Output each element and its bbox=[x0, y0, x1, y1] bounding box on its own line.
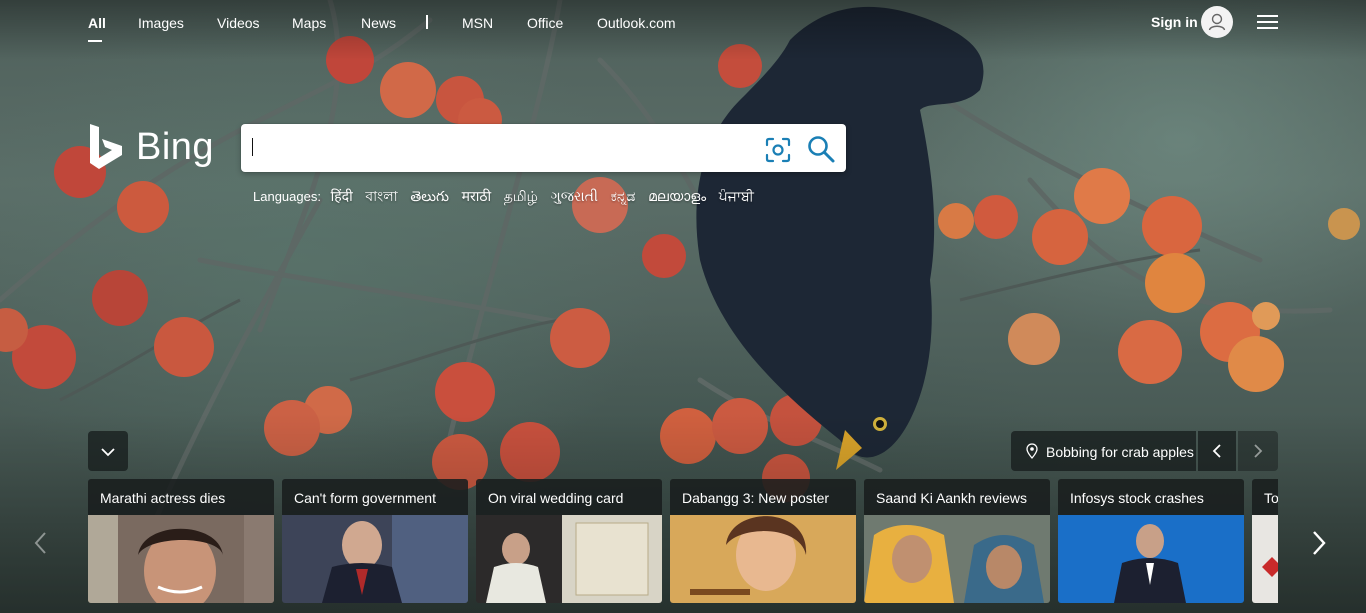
news-card-image bbox=[88, 515, 274, 603]
news-card[interactable]: Can't form government bbox=[282, 479, 468, 603]
language-link-telugu[interactable]: తెలుగు bbox=[410, 188, 449, 204]
chevron-left-icon bbox=[1212, 444, 1221, 458]
previous-image-button[interactable] bbox=[1198, 431, 1236, 471]
language-link-kannada[interactable]: ಕನ್ನಡ bbox=[611, 188, 636, 204]
news-carousel: Marathi actress dies Can't form governme… bbox=[88, 479, 1278, 603]
news-card[interactable]: On viral wedding card bbox=[476, 479, 662, 603]
news-card-title: Saand Ki Aankh reviews bbox=[864, 479, 1050, 515]
nav-office[interactable]: Office bbox=[527, 15, 563, 31]
nav-videos[interactable]: Videos bbox=[217, 15, 260, 31]
collapse-news-button[interactable] bbox=[88, 431, 128, 471]
language-link-hindi[interactable]: हिंदी bbox=[331, 188, 353, 204]
languages-row: Languages: हिंदी বাংলা తెలుగు मराठी தமிழ… bbox=[253, 185, 763, 209]
language-link-punjabi[interactable]: ਪੰਜਾਬੀ bbox=[719, 188, 754, 204]
location-pin-icon bbox=[1026, 443, 1038, 459]
nav-separator bbox=[426, 15, 428, 29]
image-info-button[interactable]: Bobbing for crab apples bbox=[1011, 431, 1196, 471]
news-card-title: Marathi actress dies bbox=[88, 479, 274, 515]
news-card[interactable]: To bbox=[1252, 479, 1278, 603]
nav-maps[interactable]: Maps bbox=[292, 15, 326, 31]
news-card-image bbox=[282, 515, 468, 603]
news-card-title: Infosys stock crashes bbox=[1058, 479, 1244, 515]
news-card-title: Can't form government bbox=[282, 479, 468, 515]
news-card[interactable]: Marathi actress dies bbox=[88, 479, 274, 603]
chevron-left-icon bbox=[34, 532, 46, 554]
news-previous-button[interactable] bbox=[28, 528, 54, 558]
active-tab-indicator bbox=[88, 40, 102, 42]
language-link-tamil[interactable]: தமிழ் bbox=[504, 188, 538, 204]
chevron-right-icon bbox=[1313, 531, 1326, 555]
chevron-right-icon bbox=[1254, 444, 1263, 458]
news-card-image bbox=[1252, 515, 1278, 603]
news-card-image bbox=[864, 515, 1050, 603]
search-box[interactable] bbox=[241, 124, 846, 172]
language-link-marathi[interactable]: मराठी bbox=[462, 188, 491, 204]
news-card[interactable]: Dabangg 3: New poster bbox=[670, 479, 856, 603]
news-card-title: To bbox=[1252, 479, 1278, 515]
news-card[interactable]: Saand Ki Aankh reviews bbox=[864, 479, 1050, 603]
language-link-bengali[interactable]: বাংলা bbox=[365, 188, 397, 204]
hamburger-icon[interactable] bbox=[1257, 14, 1278, 30]
nav-news[interactable]: News bbox=[361, 15, 396, 31]
news-card-image bbox=[670, 515, 856, 603]
news-card[interactable]: Infosys stock crashes bbox=[1058, 479, 1244, 603]
news-card-title: Dabangg 3: New poster bbox=[670, 479, 856, 515]
bing-logo[interactable]: Bing bbox=[88, 122, 218, 174]
sign-in-link[interactable]: Sign in bbox=[1151, 14, 1198, 30]
image-caption: Bobbing for crab apples bbox=[1046, 444, 1194, 460]
news-card-image bbox=[1058, 515, 1244, 603]
search-input[interactable] bbox=[253, 132, 757, 164]
news-card-image bbox=[476, 515, 662, 603]
visual-search-icon[interactable] bbox=[764, 136, 792, 164]
language-link-malayalam[interactable]: മലയാളം bbox=[648, 188, 706, 204]
languages-label: Languages: bbox=[253, 189, 321, 204]
magnifier-icon[interactable] bbox=[806, 134, 836, 164]
news-next-button[interactable] bbox=[1306, 526, 1332, 560]
language-link-gujarati[interactable]: ગુજરાતી bbox=[551, 188, 598, 204]
logo-text: Bing bbox=[136, 126, 215, 168]
next-image-button[interactable] bbox=[1238, 431, 1278, 471]
bing-logo-icon bbox=[90, 124, 122, 169]
nav-msn[interactable]: MSN bbox=[462, 15, 493, 31]
person-icon bbox=[1208, 13, 1226, 31]
nav-all[interactable]: All bbox=[88, 15, 106, 31]
avatar[interactable] bbox=[1201, 6, 1233, 38]
nav-images[interactable]: Images bbox=[138, 15, 184, 31]
nav-outlook[interactable]: Outlook.com bbox=[597, 15, 676, 31]
chevron-down-icon bbox=[101, 448, 115, 457]
top-navigation: All Images Videos Maps News MSN Office O… bbox=[0, 0, 1366, 44]
news-card-title: On viral wedding card bbox=[476, 479, 662, 515]
